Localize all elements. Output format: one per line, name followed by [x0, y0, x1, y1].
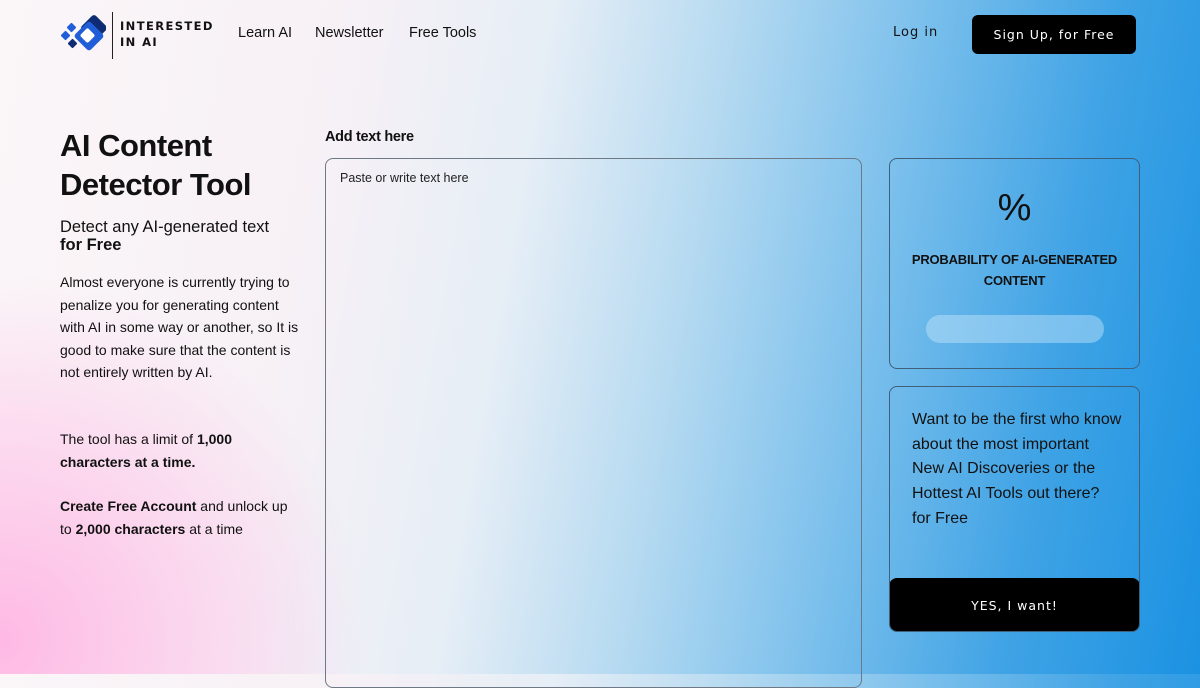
brand-name[interactable]: INTERESTED IN AI — [120, 18, 214, 50]
newsletter-text: Want to be the first who know about the … — [912, 411, 1122, 527]
nav-newsletter[interactable]: Newsletter — [315, 25, 384, 41]
nav-learn-ai[interactable]: Learn AI — [238, 25, 292, 41]
probability-label: PROBABILITY OF AI-GENERATED CONTENT — [911, 252, 1118, 288]
cta-paragraph: Create Free Account and unlock up to 2,0… — [60, 495, 300, 540]
logo-divider — [112, 12, 113, 59]
cta-suffix: at a time — [185, 520, 243, 537]
brand-name-line2: IN AI — [120, 35, 159, 49]
brand-name-line1: INTERESTED — [120, 19, 214, 33]
subtitle-bold: for Free — [60, 236, 122, 254]
intro-paragraph: Almost everyone is currently trying to p… — [60, 274, 299, 380]
title-line1: AI Content — [60, 128, 212, 163]
text-input[interactable] — [325, 158, 862, 688]
limit-prefix: The tool has a limit of — [60, 431, 197, 447]
cta-bold2: 2,000 characters — [75, 520, 186, 537]
editor-label: Add text here — [325, 129, 414, 145]
subtitle-text: Detect any AI-generated text — [60, 218, 270, 236]
probability-progress-bar — [926, 315, 1104, 343]
page-subtitle: Detect any AI-generated text for Free — [60, 218, 310, 254]
diamond-logo-icon[interactable] — [60, 15, 107, 57]
create-account-link[interactable]: Create Free Account — [60, 498, 196, 514]
nav-free-tools[interactable]: Free Tools — [409, 25, 476, 41]
newsletter-card: Want to be the first who know about the … — [889, 386, 1140, 632]
title-line2: Detector Tool — [60, 167, 252, 202]
signup-button[interactable]: Sign Up, for Free — [972, 15, 1136, 54]
probability-percent: % — [997, 187, 1032, 229]
result-card: % PROBABILITY OF AI-GENERATED CONTENT — [889, 158, 1140, 369]
newsletter-yes-button[interactable]: YES, I want! — [890, 578, 1139, 631]
login-link[interactable]: Log in — [893, 25, 938, 40]
limit-paragraph: The tool has a limit of 1,000 characters… — [60, 428, 300, 473]
page-title: AI Content Detector Tool — [60, 126, 310, 204]
